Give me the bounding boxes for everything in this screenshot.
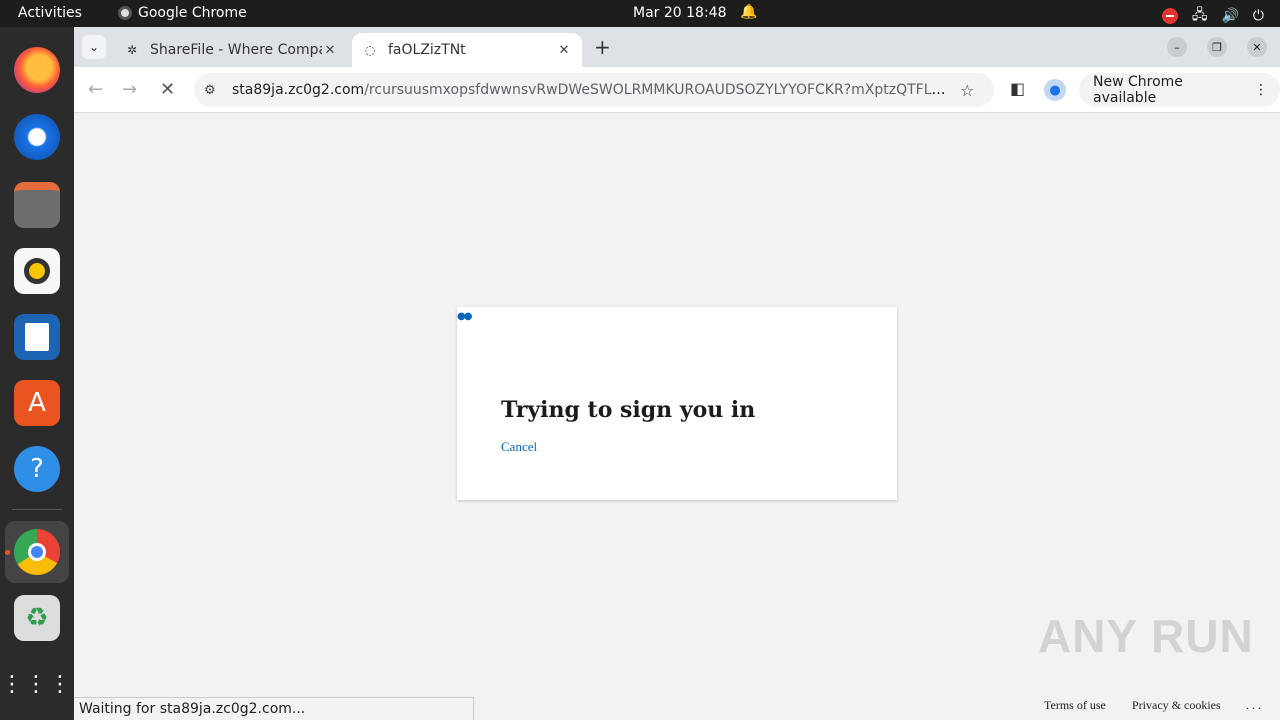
tab-active[interactable]: ◌ faOLZizTNt ✕ (352, 33, 582, 67)
show-apps-icon[interactable]: ⋮⋮⋮ (1, 661, 71, 707)
menu-kebab-icon: ⋮ (1254, 82, 1268, 98)
recording-stop-icon[interactable] (1161, 8, 1178, 24)
minimize-icon[interactable]: – (1167, 37, 1187, 57)
sign-in-card: ●● Trying to sign you in Cancel (457, 307, 897, 500)
tab-title: ShareFile - Where Compa (150, 42, 322, 58)
progress-dots: ●● (457, 311, 473, 322)
trash-icon[interactable]: ♻ (14, 595, 60, 641)
app-menu[interactable]: Google Chrome (118, 5, 247, 21)
new-tab-icon[interactable]: + (594, 35, 611, 59)
tab-close-icon[interactable]: ✕ (322, 43, 338, 58)
system-tray[interactable]: 🖧 🔊 ⏻ (1161, 4, 1264, 28)
status-bar: Waiting for sta89ja.zc0g2.com... (74, 697, 474, 720)
page-content: ●● Trying to sign you in Cancel ANY RUN … (74, 114, 1280, 720)
stop-loading-icon[interactable]: ✕ (160, 79, 175, 100)
new-chrome-available-button[interactable]: New Chrome available ⋮ (1079, 73, 1280, 107)
volume-icon: 🔊 (1221, 8, 1239, 24)
files-icon[interactable] (14, 182, 60, 228)
toolbar: ← → ✕ ⚙ sta89ja.zc0g2.com/rcursuusmxopsf… (74, 67, 1280, 113)
privacy-link[interactable]: Privacy & cookies (1132, 698, 1221, 713)
forward-icon[interactable]: → (122, 79, 137, 100)
url-host: sta89ja.zc0g2.com (232, 82, 365, 98)
chrome-small-icon (118, 6, 132, 20)
chrome-icon[interactable] (14, 529, 60, 575)
back-icon[interactable]: ← (88, 79, 103, 100)
tab-strip: ⌄ ✲ ShareFile - Where Compa ✕ ◌ faOLZizT… (74, 27, 1280, 67)
browser-window: ⌄ ✲ ShareFile - Where Compa ✕ ◌ faOLZizT… (74, 27, 1280, 720)
running-indicator (5, 550, 10, 555)
activities-button[interactable]: Activities (18, 5, 82, 21)
app-center-icon[interactable]: A (14, 380, 60, 426)
more-options-link[interactable]: . . . (1246, 698, 1261, 713)
sharefile-icon: ✲ (126, 43, 138, 57)
url-text[interactable]: sta89ja.zc0g2.com/rcursuusmxopsfdwwnsvRw… (232, 82, 954, 98)
dock-separator (12, 509, 62, 510)
power-icon: ⏻ (1252, 8, 1264, 24)
site-info-icon[interactable]: ⚙ (204, 83, 220, 98)
bookmark-star-icon[interactable]: ☆ (960, 81, 974, 100)
url-path: /rcursuusmxopsfdwwnsvRwDWeSWOLRMMKUROAUD… (364, 82, 954, 98)
update-label: New Chrome available (1093, 74, 1183, 106)
writer-icon[interactable] (14, 314, 60, 360)
app-name: Google Chrome (138, 5, 247, 21)
tab-search-chevron-icon[interactable]: ⌄ (82, 35, 106, 59)
tab-close-icon[interactable]: ✕ (556, 43, 572, 58)
address-bar[interactable]: ⚙ sta89ja.zc0g2.com/rcursuusmxopsfdwwnsv… (194, 73, 994, 107)
restore-icon[interactable]: ❐ (1207, 37, 1227, 57)
firefox-icon[interactable] (14, 47, 60, 93)
card-heading: Trying to sign you in (501, 397, 756, 423)
anyrun-watermark: ANY RUN (1038, 610, 1254, 662)
close-window-icon[interactable]: ✕ (1247, 37, 1267, 57)
system-top-bar: Activities Google Chrome Mar 20 18:48 🔔 … (0, 0, 1280, 27)
profile-avatar-icon[interactable]: ● (1044, 79, 1066, 101)
clock[interactable]: Mar 20 18:48 (633, 5, 726, 21)
thunderbird-icon[interactable] (14, 114, 60, 160)
side-panel-icon[interactable]: ◧ (1010, 79, 1025, 98)
help-icon[interactable]: ? (14, 446, 60, 492)
tab-sharefile[interactable]: ✲ ShareFile - Where Compa ✕ (114, 33, 348, 67)
dock: A ? ♻ ⋮⋮⋮ (0, 27, 74, 720)
network-icon: 🖧 (1191, 7, 1208, 23)
terms-link[interactable]: Terms of use (1044, 698, 1106, 713)
rhythmbox-icon[interactable] (14, 248, 60, 294)
tab-title: faOLZizTNt (388, 42, 466, 58)
loading-icon: ◌ (364, 43, 376, 57)
cancel-link[interactable]: Cancel (501, 439, 537, 455)
notification-bell-icon[interactable]: 🔔 (740, 4, 757, 20)
